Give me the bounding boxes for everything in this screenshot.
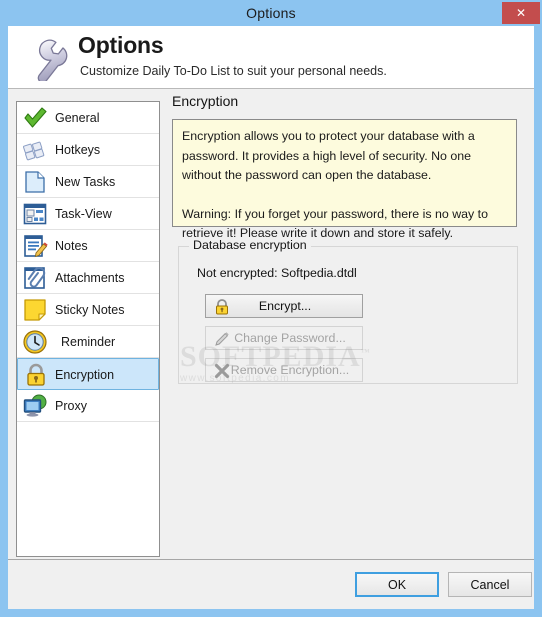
sidebar-item-label: Task-View: [55, 207, 112, 221]
remove-encryption-button-label: Remove Encryption...: [230, 363, 350, 377]
panel-title: Encryption: [172, 93, 239, 109]
change-password-button-label: Change Password...: [234, 331, 346, 345]
dialog-body: General Hotkeys New Tasks Task-View Note…: [8, 89, 534, 559]
sidebar-item-new-tasks[interactable]: New Tasks: [17, 166, 159, 198]
encrypt-button-label: Encrypt...: [258, 299, 312, 313]
clock-icon: [22, 329, 48, 355]
sidebar-item-encryption[interactable]: Encryption: [17, 358, 159, 390]
sidebar-item-label: Notes: [55, 239, 88, 253]
blank-page-icon: [22, 169, 48, 195]
encrypt-button[interactable]: Encrypt...: [205, 294, 363, 318]
monitor-globe-icon: [22, 393, 48, 419]
sidebar-item-task-view[interactable]: Task-View: [17, 198, 159, 230]
sidebar-item-label: Hotkeys: [55, 143, 101, 157]
padlock-icon: [23, 362, 49, 388]
dialog-footer: OK Cancel: [8, 559, 534, 609]
sidebar-item-label: General: [55, 111, 100, 125]
sidebar-item-label: Sticky Notes: [55, 303, 125, 317]
sidebar-item-label: New Tasks: [55, 175, 116, 189]
cancel-button[interactable]: Cancel: [448, 572, 532, 597]
ok-button[interactable]: OK: [355, 572, 439, 597]
database-encryption-group: Database encryption Not encrypted: Softp…: [178, 238, 518, 384]
title-bar: Options ✕: [0, 0, 542, 26]
sidebar-item-sticky-notes[interactable]: Sticky Notes: [17, 294, 159, 326]
encryption-info-box: Encryption allows you to protect your da…: [172, 119, 517, 240]
settings-category-list[interactable]: General Hotkeys New Tasks Task-View Note…: [16, 101, 160, 557]
sidebar-item-proxy[interactable]: Proxy: [17, 390, 159, 422]
sidebar-item-label: Proxy: [55, 399, 87, 413]
keyboard-keys-icon: [22, 137, 48, 163]
sidebar-item-label: Encryption: [55, 368, 115, 382]
sidebar-item-notes[interactable]: Notes: [17, 230, 159, 262]
paperclip-icon: [22, 265, 48, 291]
page-title: Options: [78, 32, 164, 58]
page-subtitle: Customize Daily To-Do List to suit your …: [80, 64, 387, 78]
info-paragraph-1: Encryption allows you to protect your da…: [182, 129, 475, 182]
yellow-sticky-note-icon: [22, 297, 48, 323]
notes-pencil-icon: [22, 233, 48, 259]
green-check-icon: [22, 105, 48, 131]
encryption-panel: Encryption Encryption allows you to prot…: [168, 93, 526, 553]
sidebar-item-reminder[interactable]: Reminder: [17, 326, 159, 358]
task-list-icon: [22, 201, 48, 227]
close-icon: ✕: [515, 6, 527, 20]
wrench-icon: [22, 35, 68, 83]
group-legend: Database encryption: [189, 238, 311, 252]
dialog-header: Options Customize Daily To-Do List to su…: [8, 26, 534, 89]
options-dialog-window: Options ✕ Options Customize Daily To-Do …: [0, 0, 542, 617]
sidebar-item-general[interactable]: General: [17, 102, 159, 134]
sidebar-item-label: Attachments: [55, 271, 125, 285]
sidebar-item-hotkeys[interactable]: Hotkeys: [17, 134, 159, 166]
remove-encryption-button[interactable]: Remove Encryption...: [205, 358, 363, 382]
sidebar-item-attachments[interactable]: Attachments: [17, 262, 159, 294]
encryption-status: Not encrypted: Softpedia.dtdl: [197, 266, 357, 280]
window-title: Options: [246, 5, 296, 21]
change-password-button[interactable]: Change Password...: [205, 326, 363, 350]
sidebar-item-label: Reminder: [61, 335, 116, 349]
close-button[interactable]: ✕: [502, 2, 540, 24]
